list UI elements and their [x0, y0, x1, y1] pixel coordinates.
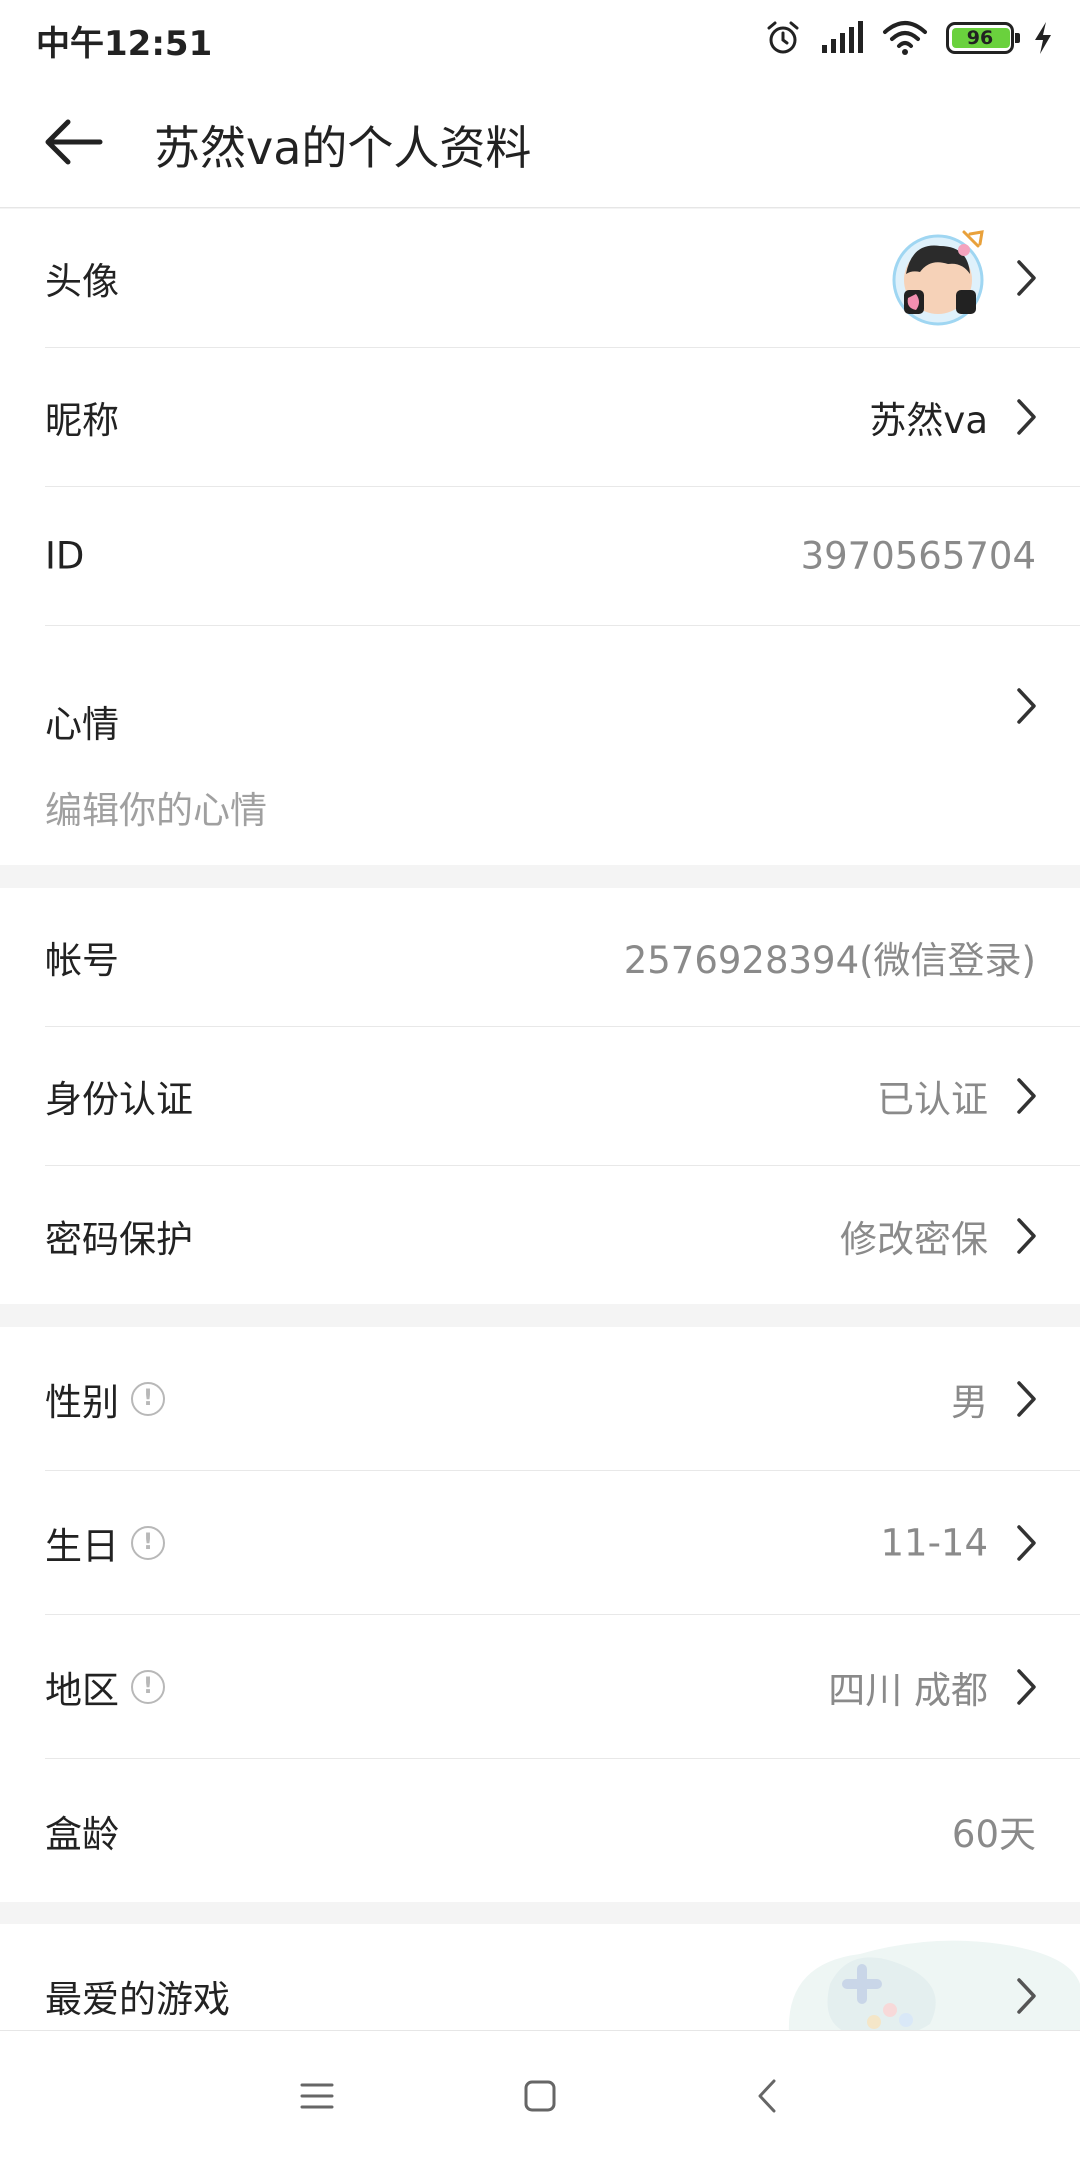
avatar-label: 头像 [45, 260, 119, 303]
box-age-label: 盒龄 [45, 1812, 119, 1856]
mood-label: 心情 [45, 703, 119, 746]
chevron-right-icon [1017, 1978, 1036, 2014]
menu-button[interactable] [282, 2061, 352, 2131]
back-button[interactable] [732, 2061, 802, 2131]
avatar[interactable] [890, 228, 990, 328]
region-row[interactable]: 地区 ! 四川 成都 [45, 1615, 1080, 1759]
password-value: 修改密保 [840, 1217, 988, 1261]
profile-section: 头像 昵称 苏然va ID 3970565704 心情 编辑你的心情 [0, 209, 1080, 865]
back-arrow-icon[interactable] [38, 106, 110, 178]
status-time: 中午12:51 [36, 24, 213, 64]
status-bar: 中午12:51 96 [0, 0, 1080, 76]
region-value: 四川 成都 [828, 1668, 988, 1712]
account-label: 帐号 [45, 939, 119, 982]
identity-label: 身份认证 [45, 1078, 193, 1121]
home-button[interactable] [505, 2061, 575, 2131]
chevron-right-icon [1017, 260, 1036, 296]
chevron-right-icon [1017, 1524, 1036, 1561]
nickname-row[interactable]: 昵称 苏然va [45, 348, 1080, 487]
chevron-right-icon [1017, 1380, 1036, 1417]
back-icon [758, 2079, 776, 2113]
favorite-game-label: 最爱的游戏 [45, 1978, 230, 2021]
info-icon[interactable]: ! [131, 1525, 165, 1560]
region-label-text: 地区 [45, 1668, 119, 1712]
status-icons: 96 [764, 14, 1054, 62]
info-icon[interactable]: ! [131, 1669, 165, 1704]
nickname-label: 昵称 [45, 399, 119, 442]
alarm-icon [767, 21, 799, 54]
chevron-right-icon [1017, 1668, 1036, 1705]
chevron-right-icon [1017, 399, 1036, 435]
identity-row[interactable]: 身份认证 已认证 [45, 1027, 1080, 1166]
charging-icon [1035, 22, 1051, 54]
gender-row[interactable]: 性别 ! 男 [45, 1327, 1080, 1471]
games-section: 最爱的游戏 [0, 1924, 1080, 2030]
box-age-value: 60天 [951, 1812, 1036, 1856]
battery-level: 96 [966, 27, 994, 49]
gender-label-text: 性别 [45, 1380, 119, 1424]
chevron-right-icon [1017, 1078, 1036, 1114]
battery-icon: 96 [946, 22, 1020, 54]
account-value: 2576928394(微信登录) [623, 939, 1036, 982]
birthday-row[interactable]: 生日 ! 11-14 [45, 1471, 1080, 1615]
id-label: ID [45, 534, 85, 578]
birthday-label: 生日 ! [45, 1516, 165, 1570]
password-label: 密码保护 [45, 1217, 193, 1261]
account-row: 帐号 2576928394(微信登录) [45, 888, 1080, 1027]
chevron-right-icon [1017, 688, 1036, 724]
gender-label: 性别 ! [45, 1372, 165, 1426]
id-value: 3970565704 [800, 534, 1036, 578]
birthday-value: 11-14 [880, 1521, 988, 1564]
menu-icon [300, 2083, 334, 2109]
gender-value: 男 [951, 1380, 988, 1424]
wifi-icon [883, 21, 927, 55]
info-icon[interactable]: ! [131, 1381, 165, 1416]
id-row: ID 3970565704 [45, 487, 1080, 626]
favorite-game-row[interactable]: 最爱的游戏 [45, 1924, 1080, 2030]
account-section: 帐号 2576928394(微信登录) 身份认证 已认证 密码保护 修改密保 [0, 888, 1080, 1304]
box-age-row: 盒龄 60天 [45, 1759, 1080, 1902]
avatar-row[interactable]: 头像 [45, 209, 1080, 348]
system-nav-bar [0, 2030, 1080, 2160]
page-header: 苏然va的个人资料 [0, 76, 1080, 208]
mood-hint: 编辑你的心情 [45, 789, 267, 832]
mood-row[interactable]: 心情 编辑你的心情 [45, 626, 1080, 883]
chevron-right-icon [1017, 1217, 1036, 1254]
birthday-label-text: 生日 [45, 1524, 119, 1568]
home-icon [524, 2080, 556, 2112]
page-title: 苏然va的个人资料 [154, 121, 532, 175]
nickname-value: 苏然va [869, 399, 988, 442]
identity-value: 已认证 [877, 1078, 988, 1121]
password-row[interactable]: 密码保护 修改密保 [45, 1166, 1080, 1305]
details-section: 性别 ! 男 生日 ! 11-14 地区 ! 四川 成都 盒龄 60天 [0, 1327, 1080, 1902]
region-label: 地区 ! [45, 1660, 165, 1714]
signal-icon [822, 21, 863, 53]
